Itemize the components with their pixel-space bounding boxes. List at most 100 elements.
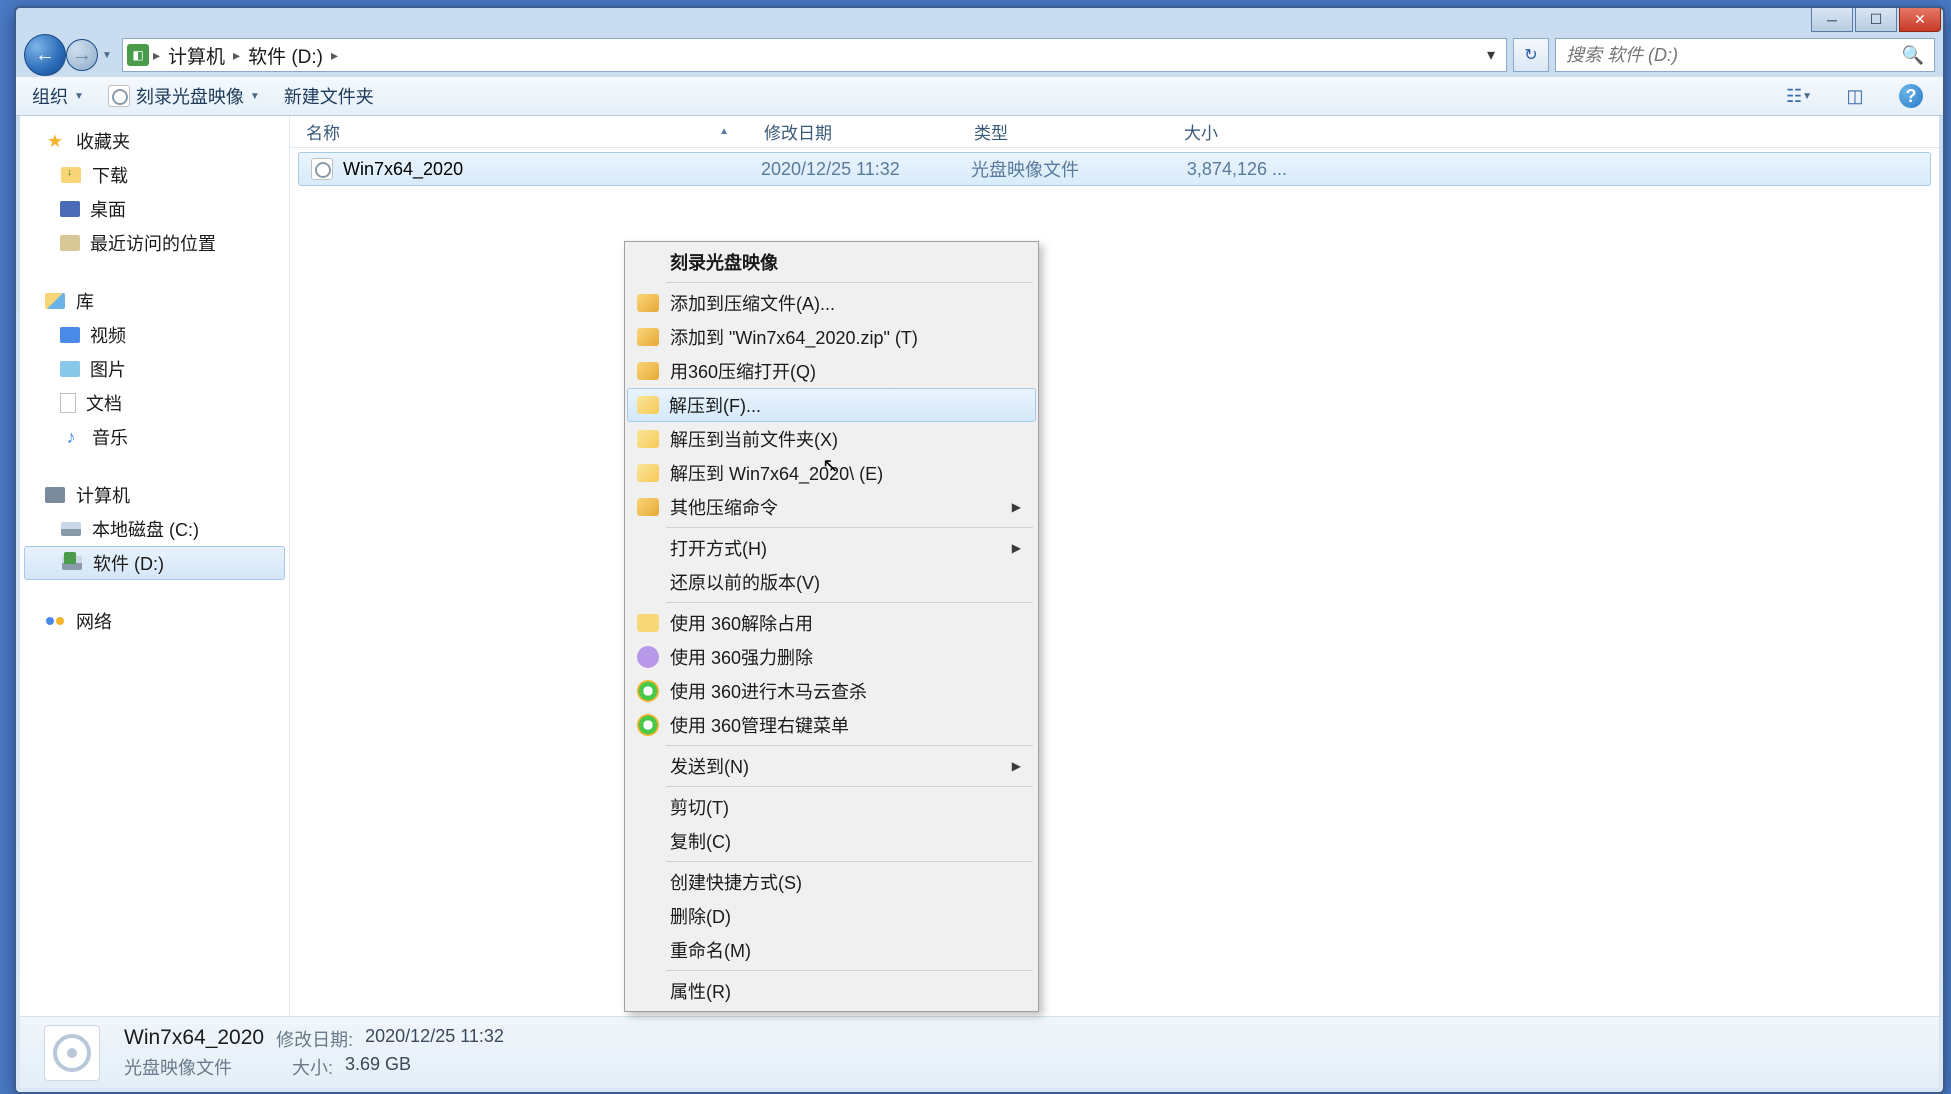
sort-arrow-icon: ▲	[719, 126, 729, 137]
sidebar-item-documents[interactable]: 文档	[20, 386, 289, 420]
column-header-size[interactable]: 大小	[1168, 116, 1298, 147]
sidebar-item-recent[interactable]: 最近访问的位置	[20, 226, 289, 260]
sidebar-item-desktop[interactable]: 桌面	[20, 192, 289, 226]
details-filename: Win7x64_2020	[124, 1026, 264, 1052]
archive-icon	[637, 328, 659, 346]
sidebar-item-software-d[interactable]: 软件 (D:)	[24, 546, 285, 580]
details-size-value: 3.69 GB	[345, 1054, 411, 1080]
archive-open-icon	[637, 396, 659, 414]
menu-cut[interactable]: 剪切(T)	[628, 790, 1035, 824]
star-icon: ★	[44, 130, 66, 152]
force-delete-icon	[637, 646, 659, 668]
archive-icon	[637, 498, 659, 516]
sidebar-item-music[interactable]: ♪ 音乐	[20, 420, 289, 454]
file-list-pane: 名称 ▲ 修改日期 类型 大小 Win7x64_2020 2020/12/25 …	[290, 116, 1939, 1016]
sidebar-item-downloads[interactable]: 下载	[20, 158, 289, 192]
help-icon: ?	[1899, 84, 1923, 108]
maximize-button[interactable]: ☐	[1855, 8, 1897, 32]
desktop-icon	[60, 201, 80, 217]
column-headers: 名称 ▲ 修改日期 类型 大小	[290, 116, 1939, 148]
search-box[interactable]: 🔍	[1555, 38, 1935, 72]
search-input[interactable]	[1566, 45, 1902, 66]
breadcrumb-arrow-icon[interactable]: ▸	[151, 47, 162, 64]
unlock-icon	[637, 614, 659, 632]
menu-extract-to-folder[interactable]: 解压到 Win7x64_2020\ (E)	[628, 456, 1035, 490]
details-pane: Win7x64_2020 修改日期: 2020/12/25 11:32 光盘映像…	[20, 1016, 1939, 1088]
column-header-name[interactable]: 名称 ▲	[290, 116, 748, 147]
submenu-arrow-icon: ▶	[1012, 500, 1021, 514]
recent-icon	[60, 235, 80, 251]
libraries-root[interactable]: 库	[20, 284, 289, 318]
dropdown-arrow-icon: ▼	[250, 91, 260, 102]
menu-rename[interactable]: 重命名(M)	[628, 933, 1035, 967]
submenu-arrow-icon: ▶	[1012, 541, 1021, 555]
documents-icon	[60, 393, 76, 413]
menu-other-zip-commands[interactable]: 其他压缩命令▶	[628, 490, 1035, 524]
menu-360-scan[interactable]: 使用 360进行木马云查杀	[628, 674, 1035, 708]
menu-delete[interactable]: 删除(D)	[628, 899, 1035, 933]
breadcrumb-segment[interactable]: 软件 (D:)	[244, 42, 327, 69]
disk-icon	[62, 556, 82, 570]
preview-pane-button[interactable]: ◫	[1839, 82, 1871, 110]
nav-history-dropdown[interactable]: ▼	[98, 50, 116, 61]
organize-label: 组织	[32, 83, 68, 109]
burn-disc-button[interactable]: 刻录光盘映像 ▼	[108, 83, 260, 109]
file-row[interactable]: Win7x64_2020 2020/12/25 11:32 光盘映像文件 3,8…	[298, 152, 1931, 186]
window-controls: ─ ☐ ✕	[1811, 8, 1941, 32]
menu-copy[interactable]: 复制(C)	[628, 824, 1035, 858]
navigation-row: ← → ▼ ◧ ▸ 计算机 ▸ 软件 (D:) ▸ ▾ ↻ 🔍	[16, 34, 1943, 76]
minimize-button[interactable]: ─	[1811, 8, 1853, 32]
menu-360-manage[interactable]: 使用 360管理右键菜单	[628, 708, 1035, 742]
column-header-date[interactable]: 修改日期	[748, 116, 958, 147]
titlebar: ─ ☐ ✕	[16, 8, 1943, 34]
address-dropdown[interactable]: ▾	[1480, 45, 1502, 65]
sidebar-item-pictures[interactable]: 图片	[20, 352, 289, 386]
menu-send-to[interactable]: 发送到(N)▶	[628, 749, 1035, 783]
iso-file-icon	[311, 158, 333, 180]
favorites-root[interactable]: ★ 收藏夹	[20, 124, 289, 158]
breadcrumb-arrow-icon[interactable]: ▸	[329, 47, 340, 64]
menu-open-with-360zip[interactable]: 用360压缩打开(Q)	[628, 354, 1035, 388]
back-button[interactable]: ←	[24, 34, 66, 76]
search-icon[interactable]: 🔍	[1902, 45, 1924, 66]
menu-360-force-delete[interactable]: 使用 360强力删除	[628, 640, 1035, 674]
menu-burn-disc[interactable]: 刻录光盘映像	[628, 245, 1035, 279]
close-button[interactable]: ✕	[1899, 8, 1941, 32]
new-folder-label: 新建文件夹	[284, 83, 374, 109]
scan-icon	[637, 680, 659, 702]
menu-add-to-zip[interactable]: 添加到 "Win7x64_2020.zip" (T)	[628, 320, 1035, 354]
menu-add-to-archive[interactable]: 添加到压缩文件(A)...	[628, 286, 1035, 320]
help-button[interactable]: ?	[1895, 82, 1927, 110]
breadcrumb-arrow-icon[interactable]: ▸	[231, 47, 242, 64]
network-icon	[44, 610, 66, 632]
details-date-label: 修改日期:	[276, 1026, 353, 1052]
sidebar-item-local-disk-c[interactable]: 本地磁盘 (C:)	[20, 512, 289, 546]
organize-menu[interactable]: 组织 ▼	[32, 83, 84, 109]
refresh-button[interactable]: ↻	[1513, 38, 1549, 72]
archive-open-icon	[637, 464, 659, 482]
file-date-cell: 2020/12/25 11:32	[749, 159, 959, 180]
menu-extract-here[interactable]: 解压到当前文件夹(X)	[628, 422, 1035, 456]
network-root[interactable]: 网络	[20, 604, 289, 638]
submenu-arrow-icon: ▶	[1012, 759, 1021, 773]
sidebar-item-videos[interactable]: 视频	[20, 318, 289, 352]
breadcrumb-segment[interactable]: 计算机	[164, 42, 229, 69]
libraries-icon	[45, 293, 65, 309]
menu-restore-previous[interactable]: 还原以前的版本(V)	[628, 565, 1035, 599]
address-bar[interactable]: ◧ ▸ 计算机 ▸ 软件 (D:) ▸ ▾	[122, 38, 1507, 72]
file-type-cell: 光盘映像文件	[959, 156, 1169, 182]
menu-create-shortcut[interactable]: 创建快捷方式(S)	[628, 865, 1035, 899]
archive-icon	[637, 362, 659, 380]
file-thumbnail	[44, 1025, 100, 1081]
computer-root[interactable]: 计算机	[20, 478, 289, 512]
new-folder-button[interactable]: 新建文件夹	[284, 83, 374, 109]
burn-label: 刻录光盘映像	[136, 83, 244, 109]
view-mode-button[interactable]: ☷ ▼	[1783, 82, 1815, 110]
menu-properties[interactable]: 属性(R)	[628, 974, 1035, 1008]
column-header-type[interactable]: 类型	[958, 116, 1168, 147]
details-size-label: 大小:	[292, 1054, 333, 1080]
forward-button[interactable]: →	[66, 39, 98, 71]
menu-open-with[interactable]: 打开方式(H)▶	[628, 531, 1035, 565]
menu-360-unlock[interactable]: 使用 360解除占用	[628, 606, 1035, 640]
menu-extract-to[interactable]: 解压到(F)...	[627, 388, 1036, 422]
